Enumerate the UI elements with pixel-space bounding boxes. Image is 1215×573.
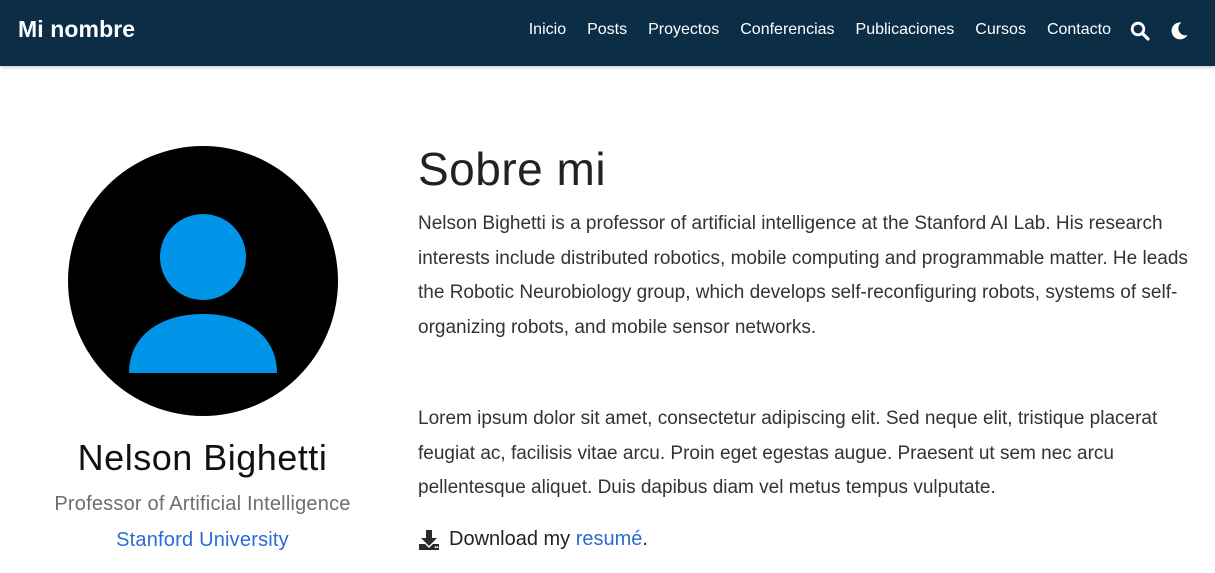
moon-icon[interactable]	[1169, 21, 1189, 41]
nav-item-publicaciones[interactable]: Publicaciones	[856, 21, 955, 39]
nav-item-conferencias[interactable]: Conferencias	[740, 21, 834, 39]
bio-paragraph: Nelson Bighetti is a professor of artifi…	[418, 213, 1188, 338]
profile-role: Professor of Artificial Intelligence	[54, 493, 351, 515]
nav-item-cursos[interactable]: Cursos	[975, 21, 1026, 39]
top-navbar: Mi nombre Inicio Posts Proyectos Confere…	[0, 0, 1215, 66]
resume-prefix-text: Download my	[449, 528, 576, 550]
nav-links: Inicio Posts Proyectos Conferencias Publ…	[529, 21, 1111, 39]
resume-line: Download my resumé.	[418, 528, 648, 551]
page-title: Sobre mi	[418, 143, 607, 195]
nav-item-posts[interactable]: Posts	[587, 21, 627, 39]
site-brand[interactable]: Mi nombre	[18, 16, 135, 43]
bio-paragraph: Lorem ipsum dolor sit amet, consectetur …	[418, 408, 1158, 498]
nav-item-proyectos[interactable]: Proyectos	[648, 21, 719, 39]
profile-organization-link[interactable]: Stanford University	[0, 529, 405, 552]
resume-link[interactable]: resumé	[576, 528, 643, 551]
profile-name: Nelson Bighetti	[77, 437, 328, 478]
download-icon	[419, 529, 439, 550]
search-icon[interactable]	[1130, 21, 1150, 41]
resume-suffix-text: .	[642, 528, 648, 550]
user-avatar-icon	[68, 146, 338, 416]
nav-item-contacto[interactable]: Contacto	[1047, 21, 1111, 39]
nav-item-inicio[interactable]: Inicio	[529, 21, 566, 39]
